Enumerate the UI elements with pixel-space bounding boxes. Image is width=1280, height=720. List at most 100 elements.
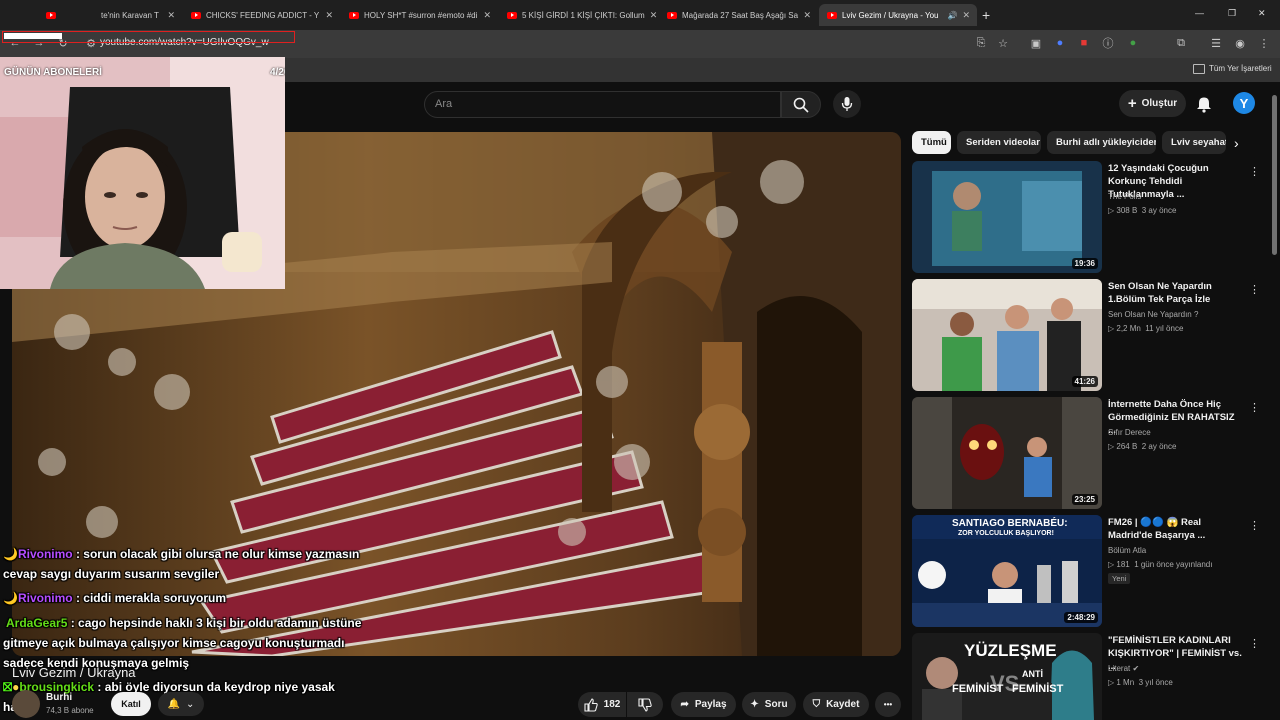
chip-series[interactable]: Seriden videolar xyxy=(957,131,1041,154)
recommendation-item[interactable]: 19:36 12 Yaşındaki Çocuğun Korkunç Tehdi… xyxy=(912,161,1272,273)
chip-uploader[interactable]: Burhi adlı yükleyiciden xyxy=(1047,131,1156,154)
recommendation-meta: ▷ 264 B 2 ay önce xyxy=(1108,442,1177,451)
chat-message: ArdaGear5 : cago hepsinde haklı 3 kişi b… xyxy=(6,616,362,630)
recommendation-channel[interactable]: Literat ✔ xyxy=(1108,664,1139,673)
browser-tab[interactable]: Mağarada 27 Saat Baş Aşağı Sa ✕ xyxy=(659,4,819,26)
search-button[interactable] xyxy=(781,91,821,118)
video-thumbnail[interactable]: 41:26 xyxy=(912,279,1102,391)
account-avatar[interactable]: Y xyxy=(1233,92,1255,114)
new-tab-button[interactable]: + xyxy=(982,7,990,23)
browser-tab[interactable]: CHICKS' FEEDING ADDICT - Y ✕ xyxy=(183,4,341,26)
microphone-icon xyxy=(841,97,853,111)
subscriber-count: 74,3 B abone xyxy=(46,706,94,715)
install-app-icon[interactable]: ⎘ xyxy=(974,36,988,50)
video-thumbnail[interactable]: YÜZLEŞME VS ANTİ FEMİNİST FEMİNİST xyxy=(912,633,1102,720)
recommendation-channel[interactable]: Bölüm Atla xyxy=(1108,546,1146,555)
video-thumbnail[interactable]: SANTIAGO BERNABÉU: ZOR YOLCULUK BAŞLIYOR… xyxy=(912,515,1102,627)
subscriber-goal-count: 4/20 xyxy=(270,67,285,78)
plus-icon: + xyxy=(1127,95,1137,112)
extension-icon[interactable]: ● xyxy=(1053,36,1067,50)
close-tab-icon[interactable]: ✕ xyxy=(803,10,811,21)
ask-button[interactable]: ✦ Soru xyxy=(742,692,796,717)
recommendation-channel[interactable]: Sen Olsan Ne Yapardın ? xyxy=(1108,310,1198,319)
close-tab-icon[interactable]: ✕ xyxy=(325,10,333,21)
maximize-button[interactable]: ❐ xyxy=(1228,8,1236,19)
video-thumbnail[interactable]: 19:36 xyxy=(912,161,1102,273)
browser-tab-active[interactable]: Lviv Gezim / Ukrayna - You 🔊 ✕ xyxy=(819,4,977,26)
all-bookmarks-link[interactable]: Tüm Yer İşaretleri xyxy=(1209,64,1272,73)
kebab-menu-icon[interactable]: ⋮ xyxy=(1249,283,1260,296)
channel-avatar[interactable] xyxy=(12,690,40,718)
channel-name[interactable]: Burhi xyxy=(46,692,72,703)
extension-icon[interactable]: ■ xyxy=(1077,36,1091,50)
video-title: Lviv Gezim / Ukrayna xyxy=(12,665,136,680)
like-button[interactable]: 182 xyxy=(578,692,626,717)
chat-message: 🌙Rivonimo : ciddi merakla soruyorum xyxy=(3,591,227,605)
chip-all[interactable]: Tümü xyxy=(912,131,951,154)
close-tab-icon[interactable]: ✕ xyxy=(650,10,658,21)
video-thumbnail[interactable]: 23:25 xyxy=(912,397,1102,509)
scrollbar-thumb[interactable] xyxy=(1272,95,1277,255)
speaker-icon[interactable]: 🔊 xyxy=(947,11,957,20)
thumbs-up-icon xyxy=(584,697,598,712)
recommendation-item[interactable]: YÜZLEŞME VS ANTİ FEMİNİST FEMİNİST "FEMİ… xyxy=(912,633,1272,720)
browser-tab[interactable]: te'nin Karavan T ✕ xyxy=(38,4,183,26)
youtube-icon xyxy=(827,11,837,19)
recommendation-channel[interactable]: The Polis xyxy=(1108,192,1141,201)
close-tab-icon[interactable]: ✕ xyxy=(483,10,491,21)
browser-tab[interactable]: 5 KİŞİ GİRDİ 1 KİŞİ ÇIKTI: Gollum ✕ xyxy=(499,4,659,26)
verified-icon: ✔ xyxy=(1132,664,1140,673)
reading-list-icon[interactable]: ☰ xyxy=(1209,36,1223,50)
close-window-button[interactable]: ✕ xyxy=(1258,8,1266,19)
recommendation-channel[interactable]: Sıfır Derece xyxy=(1108,428,1151,437)
create-button[interactable]: + Oluştur xyxy=(1119,90,1186,117)
recommendation-item[interactable]: 41:26 Sen Olsan Ne Yapardın 1.Bölüm Tek … xyxy=(912,279,1272,391)
extension-icon[interactable]: ⓘ xyxy=(1101,36,1115,50)
browser-tab[interactable]: HOLY SH*T #surron #emoto #di ✕ xyxy=(341,4,499,26)
folder-icon xyxy=(1193,64,1205,74)
join-button[interactable]: Katıl xyxy=(111,692,151,716)
kebab-menu-icon[interactable]: ⋮ xyxy=(1249,165,1260,178)
notifications-button[interactable] xyxy=(1192,92,1216,116)
share-button[interactable]: ➦ Paylaş xyxy=(671,692,736,717)
subscriber-goal-title: GÜNÜN ABONELERİ xyxy=(4,67,102,78)
thumbnail-text: SANTIAGO BERNABÉU: xyxy=(952,518,1068,529)
thumbs-down-icon xyxy=(638,697,652,712)
video-duration: 2:48:29 xyxy=(1064,612,1098,623)
moon-icon: 🌙 xyxy=(3,591,18,605)
close-tab-icon[interactable]: ✕ xyxy=(962,10,970,21)
thumbnail-text: YÜZLEŞME xyxy=(964,641,1057,660)
menu-kebab-icon[interactable]: ⋮ xyxy=(1257,36,1271,50)
video-duration: 23:25 xyxy=(1071,494,1098,505)
dislike-button[interactable] xyxy=(627,692,663,717)
search-icon xyxy=(793,97,809,113)
voice-search-button[interactable] xyxy=(833,90,861,118)
minimize-button[interactable]: — xyxy=(1195,8,1204,18)
youtube-icon xyxy=(46,11,56,19)
chevron-down-icon: ⌄ xyxy=(186,698,195,710)
recommendation-item[interactable]: SANTIAGO BERNABÉU: ZOR YOLCULUK BAŞLIYOR… xyxy=(912,515,1272,627)
bell-icon xyxy=(1197,97,1211,113)
bookmark-star-icon[interactable]: ☆ xyxy=(996,36,1010,50)
recommendation-meta: ▷ 2,2 Mn 11 yıl önce xyxy=(1108,324,1184,333)
save-button[interactable]: ⛉ Kaydet xyxy=(803,692,869,717)
share-icon: ➦ xyxy=(680,699,689,710)
subscribe-notifications-button[interactable]: 🔔 ⌄ xyxy=(158,692,204,716)
kebab-menu-icon[interactable]: ⋮ xyxy=(1249,519,1260,532)
chevron-right-icon[interactable]: › xyxy=(1234,135,1239,151)
bookmark-icon: ⛉ xyxy=(812,699,821,710)
more-actions-button[interactable]: ••• xyxy=(875,692,901,717)
extensions-puzzle-icon[interactable]: ⧉ xyxy=(1174,36,1188,50)
extension-icon[interactable]: ● xyxy=(1126,36,1140,50)
recommendation-item[interactable]: 23:25 İnternette Daha Önce Hiç Görmediği… xyxy=(912,397,1272,509)
recommendation-title[interactable]: Sen Olsan Ne Yapardın 1.Bölüm Tek Parça … xyxy=(1108,280,1244,306)
extension-icon[interactable]: ▣ xyxy=(1029,36,1043,50)
kebab-menu-icon[interactable]: ⋮ xyxy=(1249,637,1260,650)
recommendation-title[interactable]: FM26 | 🔵🔵 😱 Real Madrid'de Başarıya ... xyxy=(1108,516,1244,542)
thumbnail-text: ZOR YOLCULUK BAŞLIYOR! xyxy=(958,530,1054,537)
profile-icon[interactable]: ◉ xyxy=(1233,36,1247,50)
close-tab-icon[interactable]: ✕ xyxy=(167,10,175,21)
search-input[interactable]: Ara xyxy=(424,91,781,118)
kebab-menu-icon[interactable]: ⋮ xyxy=(1249,401,1260,414)
chip-lviv[interactable]: Lviv seyahati xyxy=(1162,131,1226,154)
